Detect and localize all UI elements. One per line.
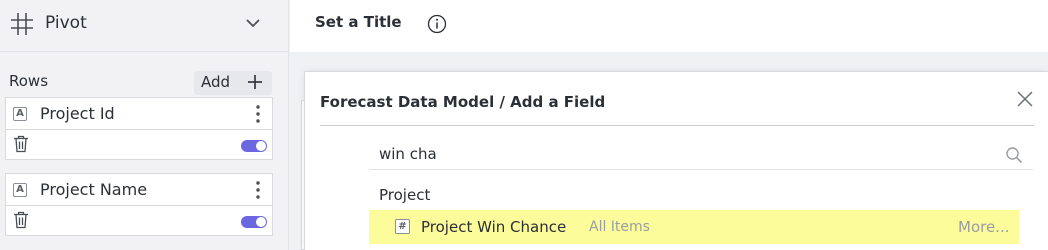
kebab-menu-icon[interactable] bbox=[256, 105, 260, 123]
row-field-header: A Project Id bbox=[6, 98, 272, 130]
pivot-sidebar: Pivot Rows Add A Project Id A Project Na… bbox=[0, 0, 289, 250]
field-result-row[interactable]: # Project Win Chance All Items More... bbox=[369, 210, 1019, 244]
dialog-divider bbox=[320, 125, 1034, 126]
rows-section-label: Rows bbox=[9, 72, 49, 90]
search-icon bbox=[1006, 147, 1023, 164]
add-row-button[interactable]: Add bbox=[194, 71, 272, 95]
field-result-scope: All Items bbox=[589, 219, 650, 235]
report-header: Set a Title bbox=[290, 0, 1048, 52]
text-type-icon: A bbox=[13, 183, 27, 197]
text-type-icon: A bbox=[13, 107, 27, 121]
info-icon[interactable] bbox=[427, 14, 447, 34]
more-link[interactable]: More... bbox=[958, 218, 1010, 236]
trash-icon[interactable] bbox=[13, 135, 29, 153]
row-field-label: Project Name bbox=[40, 180, 148, 199]
dialog-title: Forecast Data Model / Add a Field bbox=[320, 93, 606, 111]
trash-icon[interactable] bbox=[13, 211, 29, 229]
kebab-menu-icon[interactable] bbox=[256, 181, 260, 199]
row-field-card[interactable]: A Project Id bbox=[5, 97, 273, 160]
chevron-down-icon[interactable] bbox=[245, 17, 261, 29]
view-selector[interactable]: Pivot bbox=[0, 0, 289, 52]
row-field-header: A Project Name bbox=[6, 174, 272, 206]
close-icon[interactable] bbox=[1017, 91, 1033, 107]
result-group-label: Project bbox=[379, 186, 431, 204]
report-title[interactable]: Set a Title bbox=[315, 13, 402, 31]
grid-icon bbox=[11, 13, 33, 35]
row-enabled-toggle[interactable] bbox=[241, 216, 267, 228]
field-search-box[interactable] bbox=[369, 140, 1033, 170]
add-field-dialog: Forecast Data Model / Add a Field Projec… bbox=[304, 71, 1048, 250]
add-button-label: Add bbox=[201, 73, 231, 91]
number-type-icon: # bbox=[395, 219, 410, 234]
plus-icon bbox=[248, 75, 262, 89]
row-field-card[interactable]: A Project Name bbox=[5, 173, 273, 236]
row-field-label: Project Id bbox=[40, 104, 115, 123]
field-result-name: Project Win Chance bbox=[421, 218, 567, 236]
field-search-input[interactable] bbox=[379, 142, 989, 166]
row-enabled-toggle[interactable] bbox=[241, 140, 267, 152]
view-label: Pivot bbox=[45, 13, 87, 33]
